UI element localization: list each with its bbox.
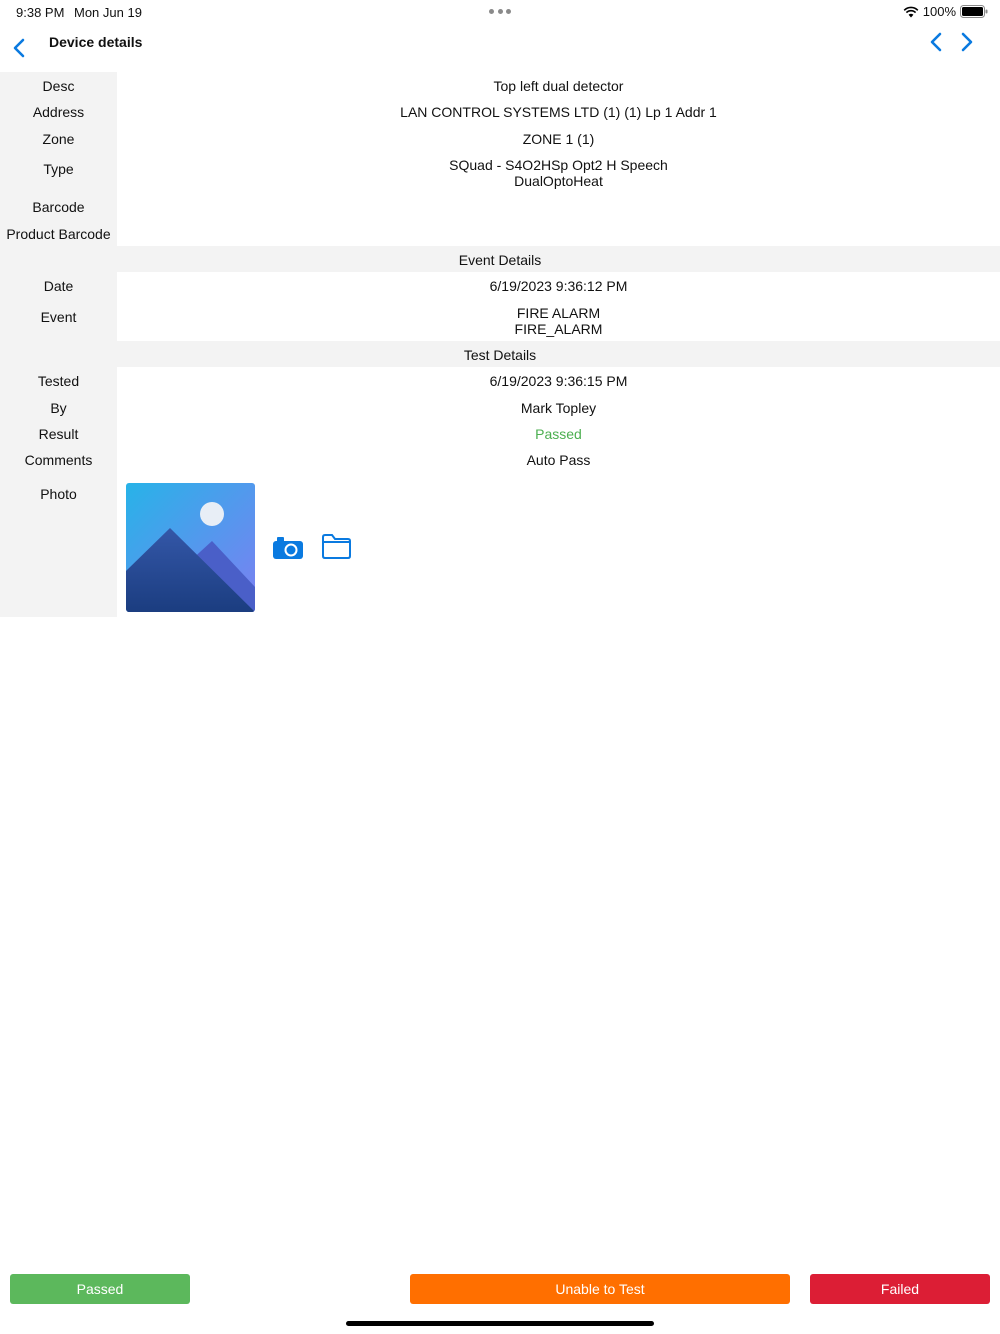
- home-indicator: [346, 1321, 654, 1326]
- status-time: 9:38 PM: [16, 5, 65, 20]
- status-bar: 9:38 PM Mon Jun 19 100%: [0, 0, 1000, 24]
- event-value-line1: FIRE ALARM: [516, 304, 601, 321]
- device-details: Desc Top left dual detector Address LAN …: [0, 72, 1000, 617]
- status-date: Mon Jun 19: [74, 5, 142, 20]
- barcode-value: [117, 193, 1000, 219]
- page-title: Device details: [49, 34, 143, 50]
- by-value: Mark Topley: [520, 399, 597, 416]
- result-row: Result Passed: [0, 419, 1000, 447]
- event-value: FIRE ALARM FIRE_ALARM: [117, 299, 1000, 341]
- type-value-line1: SQuad - S4O2HSp Opt2 H Speech: [449, 157, 668, 174]
- type-value-line2: DualOptoHeat: [514, 173, 603, 190]
- barcode-label: Barcode: [0, 193, 117, 220]
- nav-bar: Device details: [0, 24, 1000, 68]
- address-value: LAN CONTROL SYSTEMS LTD (1) (1) Lp 1 Add…: [400, 104, 717, 121]
- tested-row: Tested 6/19/2023 9:36:15 PM: [0, 367, 1000, 394]
- event-details-header: Event Details: [0, 245, 1000, 273]
- by-label: By: [0, 393, 117, 420]
- battery-percent: 100%: [922, 4, 956, 19]
- tested-label: Tested: [0, 367, 117, 394]
- product-barcode-label: Product Barcode: [0, 219, 117, 246]
- zone-row: Zone ZONE 1 (1): [0, 124, 1000, 152]
- event-date-value: 6/19/2023 9:36:12 PM: [489, 278, 628, 295]
- camera-icon[interactable]: [272, 535, 304, 561]
- comments-label: Comments: [0, 446, 117, 473]
- product-barcode-row: Product Barcode: [0, 219, 1000, 246]
- comments-row: Comments Auto Pass: [0, 446, 1000, 473]
- photo-label: Photo: [0, 472, 117, 617]
- barcode-row: Barcode: [0, 193, 1000, 220]
- event-date-row: Date 6/19/2023 9:36:12 PM: [0, 272, 1000, 299]
- passed-button[interactable]: Passed: [10, 1274, 190, 1304]
- zone-label: Zone: [0, 124, 117, 152]
- event-row: Event FIRE ALARM FIRE_ALARM: [0, 298, 1000, 341]
- failed-button[interactable]: Failed: [810, 1274, 990, 1304]
- desc-label: Desc: [0, 72, 117, 99]
- address-row: Address LAN CONTROL SYSTEMS LTD (1) (1) …: [0, 98, 1000, 125]
- test-details-header: Test Details: [0, 340, 1000, 368]
- comments-value: Auto Pass: [526, 452, 591, 469]
- product-barcode-value: [117, 220, 1000, 246]
- status-right: 100%: [903, 4, 988, 19]
- event-label: Event: [0, 298, 117, 341]
- event-value-line2: FIRE_ALARM: [514, 320, 603, 337]
- desc-value: Top left dual detector: [493, 78, 624, 94]
- type-value: SQuad - S4O2HSp Opt2 H Speech DualOptoHe…: [117, 151, 1000, 193]
- tested-value: 6/19/2023 9:36:15 PM: [489, 373, 628, 390]
- multitasking-dots-icon[interactable]: [489, 9, 511, 15]
- back-button[interactable]: [8, 36, 30, 60]
- photo-row: Photo: [0, 472, 1000, 617]
- event-date-label: Date: [0, 272, 117, 299]
- folder-icon[interactable]: [321, 533, 352, 560]
- address-label: Address: [0, 98, 117, 125]
- result-value: Passed: [535, 425, 582, 442]
- unable-to-test-button[interactable]: Unable to Test: [410, 1274, 790, 1304]
- desc-row: Desc Top left dual detector: [0, 72, 1000, 99]
- result-label: Result: [0, 419, 117, 447]
- type-label: Type: [0, 151, 117, 194]
- type-row: Type SQuad - S4O2HSp Opt2 H Speech DualO…: [0, 151, 1000, 194]
- battery-icon: [960, 5, 988, 18]
- photo-area: [117, 473, 1000, 617]
- previous-device-button[interactable]: [926, 31, 948, 53]
- image-placeholder-icon[interactable]: [126, 482, 255, 612]
- by-row: By Mark Topley: [0, 393, 1000, 420]
- next-device-button[interactable]: [955, 31, 977, 53]
- zone-value: ZONE 1 (1): [522, 130, 595, 147]
- wifi-icon: [903, 6, 919, 17]
